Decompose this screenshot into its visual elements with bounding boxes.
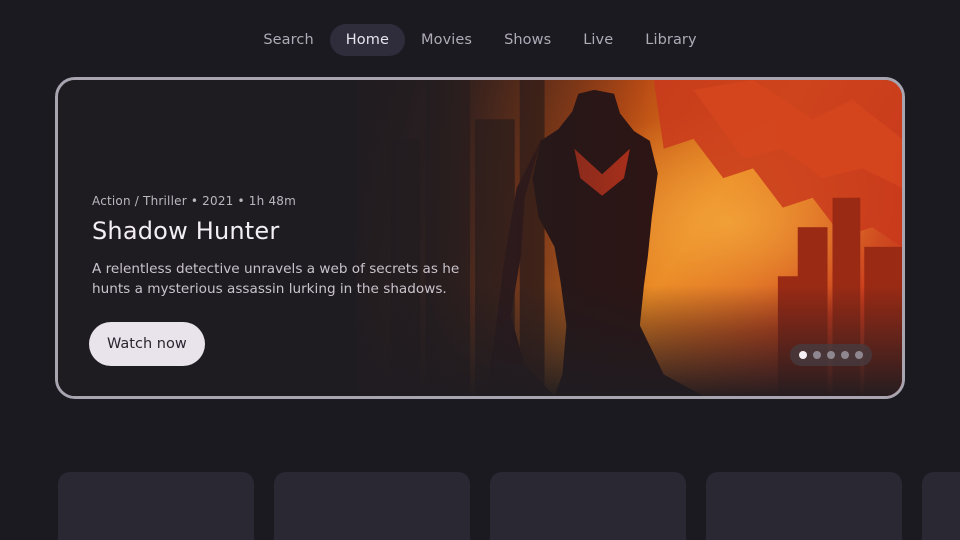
nav-tab-home[interactable]: Home bbox=[329, 24, 405, 56]
content-card[interactable] bbox=[706, 472, 902, 540]
hero-title: Shadow Hunter bbox=[92, 217, 280, 245]
nav-tab-live[interactable]: Live bbox=[567, 24, 629, 56]
content-card[interactable] bbox=[922, 472, 960, 540]
hero-info: Action / Thriller • 2021 • 1h 48m Shadow… bbox=[92, 194, 492, 299]
watch-now-button[interactable]: Watch now bbox=[89, 322, 205, 366]
content-card[interactable] bbox=[58, 472, 254, 540]
hero-meta: Action / Thriller • 2021 • 1h 48m bbox=[92, 194, 297, 208]
pager-dot-3[interactable] bbox=[827, 351, 835, 359]
nav-tab-shows[interactable]: Shows bbox=[488, 24, 567, 56]
content-card[interactable] bbox=[274, 472, 470, 540]
pager-dot-1[interactable] bbox=[799, 351, 807, 359]
top-navigation: Search Home Movies Shows Live Library bbox=[0, 24, 960, 56]
pager-dot-2[interactable] bbox=[813, 351, 821, 359]
hero-banner[interactable]: Action / Thriller • 2021 • 1h 48m Shadow… bbox=[55, 77, 905, 399]
content-card[interactable] bbox=[490, 472, 686, 540]
pager-dot-4[interactable] bbox=[841, 351, 849, 359]
nav-tab-search[interactable]: Search bbox=[247, 24, 329, 56]
pager-dot-5[interactable] bbox=[855, 351, 863, 359]
hero-description: A relentless detective unravels a web of… bbox=[92, 261, 460, 297]
nav-tab-movies[interactable]: Movies bbox=[405, 24, 488, 56]
nav-tab-library[interactable]: Library bbox=[629, 24, 712, 56]
content-row bbox=[58, 472, 960, 540]
carousel-pager bbox=[790, 344, 872, 366]
